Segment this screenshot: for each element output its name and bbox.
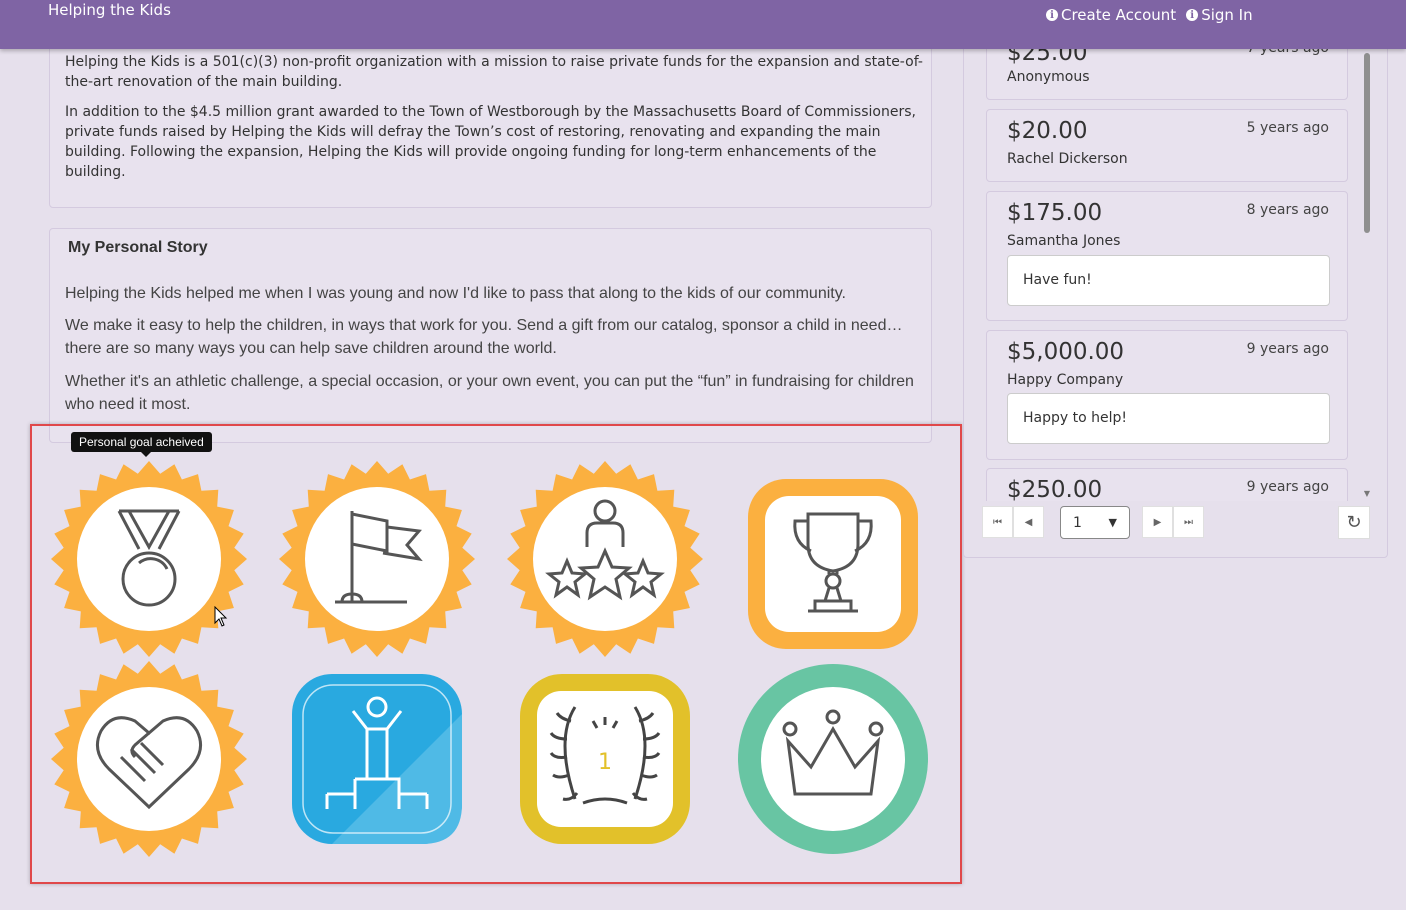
mouse-cursor-icon: [214, 606, 228, 627]
donation-amount: $250.00: [1007, 477, 1103, 501]
page-select[interactable]: 1 ▼: [1060, 506, 1130, 539]
story-paragraph: Helping the Kids helped me when I was yo…: [65, 285, 846, 302]
flag-badge[interactable]: [277, 459, 477, 659]
last-page-icon: ⏭: [1184, 516, 1193, 528]
donation-message: Have fun!: [1007, 255, 1330, 306]
scrollbar-thumb[interactable]: [1364, 53, 1370, 233]
page-select-value: 1: [1073, 514, 1082, 531]
about-paragraph: Helping the Kids is a 501(c)(3) non-prof…: [65, 54, 923, 90]
first-page-button[interactable]: ⏮: [982, 506, 1013, 538]
sign-in-label: Sign In: [1201, 6, 1253, 24]
account-links: i Create Account i Sign In: [1046, 6, 1253, 24]
personal-story-card: My Personal Story Helping the Kids helpe…: [49, 228, 932, 443]
donations-scrollbar[interactable]: ▲ ▼: [1361, 31, 1373, 501]
badges-section: 1: [30, 424, 962, 884]
donation-amount: $5,000.00: [1007, 339, 1125, 365]
laurel-badge[interactable]: 1: [505, 659, 705, 859]
chevron-down-icon: ▼: [1108, 516, 1117, 529]
create-account-link[interactable]: i Create Account: [1046, 6, 1176, 24]
donation-time: 9 years ago: [1246, 479, 1329, 495]
sign-in-link[interactable]: i Sign In: [1186, 6, 1253, 24]
donation-item: $175.00 8 years ago Samantha Jones Have …: [986, 191, 1348, 321]
handshake-heart-badge[interactable]: [49, 659, 249, 859]
about-card: Helping the Kids is a 501(c)(3) non-prof…: [49, 30, 932, 208]
top-navbar: Helping the Kids i Create Account i Sign…: [0, 0, 1406, 49]
about-paragraph: In addition to the $4.5 million grant aw…: [65, 104, 916, 180]
donation-donor: Anonymous: [1007, 69, 1090, 85]
donations-list: $25.00 7 years ago Anonymous $20.00 5 ye…: [986, 31, 1350, 501]
trophy-badge[interactable]: [733, 459, 933, 659]
create-account-label: Create Account: [1061, 6, 1177, 24]
badge-tooltip: Personal goal acheived: [71, 432, 212, 457]
next-page-icon: ▶: [1153, 516, 1162, 528]
donation-item: $250.00 9 years ago: [986, 468, 1348, 501]
donation-donor: Rachel Dickerson: [1007, 151, 1128, 167]
podium-badge[interactable]: [277, 659, 477, 859]
prev-page-icon: ◀: [1024, 516, 1033, 528]
donation-donor: Happy Company: [1007, 372, 1124, 388]
donation-time: 5 years ago: [1246, 120, 1329, 136]
info-icon: i: [1046, 9, 1058, 21]
donation-message: Happy to help!: [1007, 393, 1330, 444]
prev-page-button[interactable]: ◀: [1013, 506, 1044, 538]
info-icon: i: [1186, 9, 1199, 21]
donation-amount: $175.00: [1007, 200, 1103, 226]
story-paragraph: We make it easy to help the children, in…: [65, 317, 903, 357]
crown-badge[interactable]: [733, 659, 933, 859]
brand-title[interactable]: Helping the Kids: [48, 1, 171, 19]
next-page-button[interactable]: ▶: [1142, 506, 1173, 538]
first-place-number: 1: [598, 750, 612, 775]
person-stars-badge[interactable]: [505, 459, 705, 659]
story-paragraph: Whether it's an athletic challenge, a sp…: [65, 373, 914, 413]
refresh-icon: ↻: [1346, 512, 1362, 533]
donation-donor: Samantha Jones: [1007, 233, 1121, 249]
last-page-button[interactable]: ⏭: [1173, 506, 1204, 538]
donation-item: $20.00 5 years ago Rachel Dickerson: [986, 109, 1348, 182]
donations-panel: $25.00 7 years ago Anonymous $20.00 5 ye…: [963, 30, 1388, 558]
scroll-down-icon[interactable]: ▼: [1361, 489, 1373, 498]
first-page-icon: ⏮: [993, 516, 1002, 528]
story-title: My Personal Story: [68, 239, 208, 256]
donation-amount: $20.00: [1007, 118, 1088, 144]
donation-item: $5,000.00 9 years ago Happy Company Happ…: [986, 330, 1348, 460]
donation-time: 9 years ago: [1246, 341, 1329, 357]
refresh-button[interactable]: ↻: [1338, 506, 1370, 539]
donation-time: 8 years ago: [1246, 202, 1329, 218]
medal-badge[interactable]: [49, 459, 249, 659]
